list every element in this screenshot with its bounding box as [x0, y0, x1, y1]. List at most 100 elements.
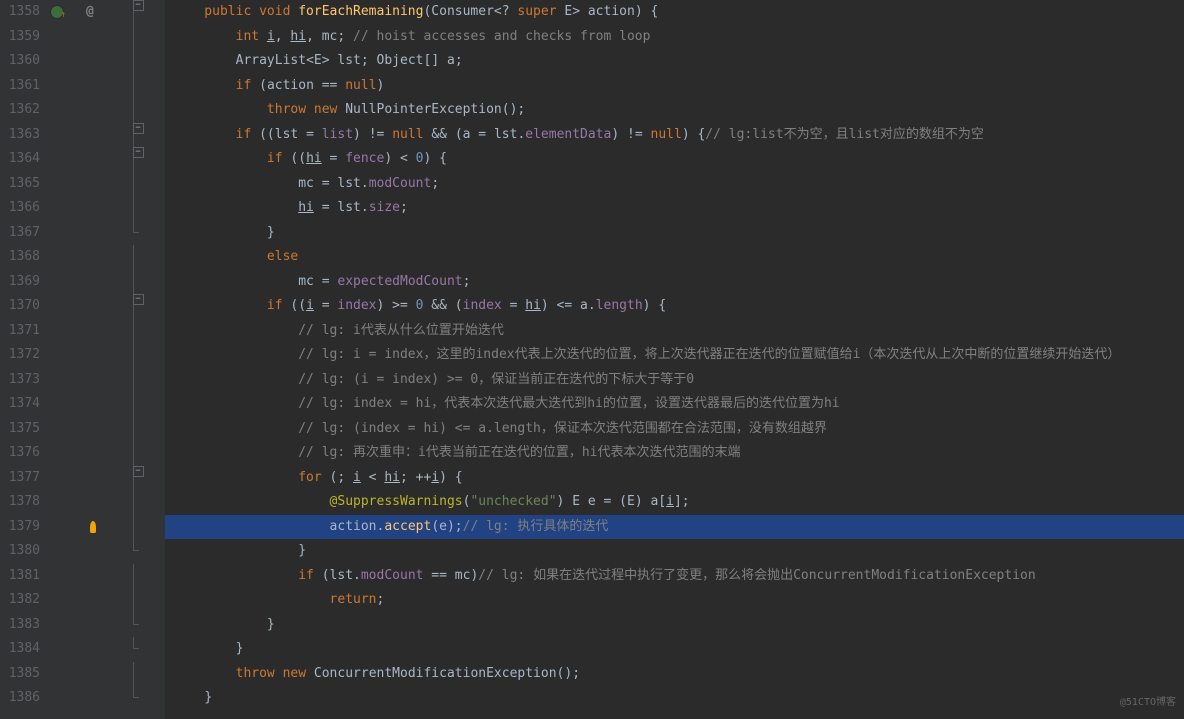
gutter-row	[46, 637, 96, 662]
gutter-row	[46, 245, 96, 270]
code-line[interactable]: mc = lst.modCount;	[165, 172, 1184, 197]
gutter-row	[46, 613, 96, 638]
fold-marker[interactable]	[118, 588, 148, 613]
code-line[interactable]: // lg: 再次重申：i代表当前正在迭代的位置，hi代表本次迭代范围的末端	[165, 441, 1184, 466]
gutter-row	[46, 343, 96, 368]
gutter-row	[46, 490, 96, 515]
line-number: 1380	[0, 539, 40, 564]
gutter-row	[46, 686, 96, 711]
fold-marker[interactable]	[118, 539, 148, 564]
fold-marker[interactable]	[118, 564, 148, 589]
fold-marker[interactable]	[118, 662, 148, 687]
fold-marker[interactable]	[118, 74, 148, 99]
code-line[interactable]: public void forEachRemaining(Consumer<? …	[165, 0, 1184, 25]
code-line[interactable]: int i, hi, mc; // hoist accesses and che…	[165, 25, 1184, 50]
gutter-row	[46, 25, 96, 50]
code-line[interactable]: // lg: index = hi，代表本次迭代最大迭代到hi的位置，设置迭代器…	[165, 392, 1184, 417]
code-line[interactable]: if ((lst = list) != null && (a = lst.ele…	[165, 123, 1184, 148]
code-line[interactable]: if (action == null)	[165, 74, 1184, 99]
fold-marker[interactable]	[118, 245, 148, 270]
fold-marker[interactable]	[118, 172, 148, 197]
fold-marker[interactable]	[118, 686, 148, 711]
gutter-row	[46, 539, 96, 564]
gutter-row	[46, 49, 96, 74]
fold-toggle-icon[interactable]: −	[133, 0, 144, 11]
line-number: 1370	[0, 294, 40, 319]
fold-toggle-icon[interactable]: −	[133, 294, 144, 305]
line-number: 1377	[0, 466, 40, 491]
fold-toggle-icon[interactable]: −	[133, 466, 144, 477]
gutter-icon-column: ↑@	[46, 0, 96, 711]
gutter-row	[46, 147, 96, 172]
line-number: 1364	[0, 147, 40, 172]
code-line[interactable]: }	[165, 221, 1184, 246]
fold-marker[interactable]	[118, 515, 148, 540]
intention-bulb-icon[interactable]	[90, 521, 96, 533]
fold-toggle-icon[interactable]: −	[133, 147, 144, 158]
code-line[interactable]: if ((i = index) >= 0 && (index = hi) <= …	[165, 294, 1184, 319]
code-line[interactable]: // lg: (index = hi) <= a.length，保证本次迭代范围…	[165, 417, 1184, 442]
fold-marker[interactable]: −	[118, 294, 148, 319]
line-number-column: 1358135913601361136213631364136513661367…	[0, 0, 46, 711]
fold-marker[interactable]	[118, 417, 148, 442]
line-number: 1378	[0, 490, 40, 515]
fold-marker[interactable]: −	[118, 466, 148, 491]
fold-marker[interactable]	[118, 368, 148, 393]
gutter-row	[46, 270, 96, 295]
fold-toggle-icon[interactable]: −	[133, 123, 144, 134]
gutter-row	[46, 319, 96, 344]
line-number: 1376	[0, 441, 40, 466]
gutter-row	[46, 392, 96, 417]
code-line[interactable]: for (; i < hi; ++i) {	[165, 466, 1184, 491]
code-line[interactable]: // lg: i = index，这里的index代表上次迭代的位置，将上次迭代…	[165, 343, 1184, 368]
gutter-row	[46, 98, 96, 123]
fold-marker[interactable]	[118, 98, 148, 123]
code-line[interactable]: if ((hi = fence) < 0) {	[165, 147, 1184, 172]
fold-marker[interactable]	[118, 25, 148, 50]
code-line[interactable]: // lg: i代表从什么位置开始迭代	[165, 319, 1184, 344]
fold-marker[interactable]	[118, 637, 148, 662]
line-number: 1360	[0, 49, 40, 74]
gutter-row	[46, 123, 96, 148]
code-line[interactable]: action.accept(e);// lg: 执行具体的迭代	[165, 515, 1184, 540]
vcs-change-icon[interactable]: ↑	[50, 5, 64, 19]
fold-marker[interactable]: −	[118, 0, 148, 25]
fold-marker[interactable]: −	[118, 147, 148, 172]
line-number: 1358	[0, 0, 40, 25]
code-line[interactable]: throw new NullPointerException();	[165, 98, 1184, 123]
gutter-row	[46, 74, 96, 99]
code-line[interactable]: @SuppressWarnings("unchecked") E e = (E)…	[165, 490, 1184, 515]
line-number: 1386	[0, 686, 40, 711]
code-line[interactable]: }	[165, 539, 1184, 564]
code-line[interactable]: if (lst.modCount == mc)// lg: 如果在迭代过程中执行…	[165, 564, 1184, 589]
line-number: 1368	[0, 245, 40, 270]
code-editor[interactable]: 1358135913601361136213631364136513661367…	[0, 0, 1184, 719]
code-line[interactable]: mc = expectedModCount;	[165, 270, 1184, 295]
fold-marker[interactable]	[118, 392, 148, 417]
fold-marker[interactable]	[118, 221, 148, 246]
fold-column: − − − − −	[118, 0, 148, 711]
line-number: 1374	[0, 392, 40, 417]
code-area[interactable]: public void forEachRemaining(Consumer<? …	[165, 0, 1184, 719]
fold-marker[interactable]	[118, 270, 148, 295]
fold-marker[interactable]	[118, 196, 148, 221]
code-line[interactable]: throw new ConcurrentModificationExceptio…	[165, 662, 1184, 687]
gutter-row	[46, 172, 96, 197]
code-line[interactable]: else	[165, 245, 1184, 270]
code-line[interactable]: return;	[165, 588, 1184, 613]
code-line[interactable]: }	[165, 613, 1184, 638]
fold-marker[interactable]	[118, 49, 148, 74]
gutter-row: ↑@	[46, 0, 96, 25]
code-line[interactable]: }	[165, 637, 1184, 662]
fold-marker[interactable]	[118, 490, 148, 515]
fold-marker[interactable]	[118, 613, 148, 638]
code-line[interactable]: // lg: (i = index) >= 0，保证当前正在迭代的下标大于等于0	[165, 368, 1184, 393]
fold-marker[interactable]	[118, 441, 148, 466]
fold-marker[interactable]	[118, 319, 148, 344]
code-line[interactable]: hi = lst.size;	[165, 196, 1184, 221]
fold-marker[interactable]	[118, 343, 148, 368]
code-line[interactable]: }	[165, 686, 1184, 711]
fold-marker[interactable]: −	[118, 123, 148, 148]
override-icon[interactable]: @	[86, 0, 94, 25]
code-line[interactable]: ArrayList<E> lst; Object[] a;	[165, 49, 1184, 74]
